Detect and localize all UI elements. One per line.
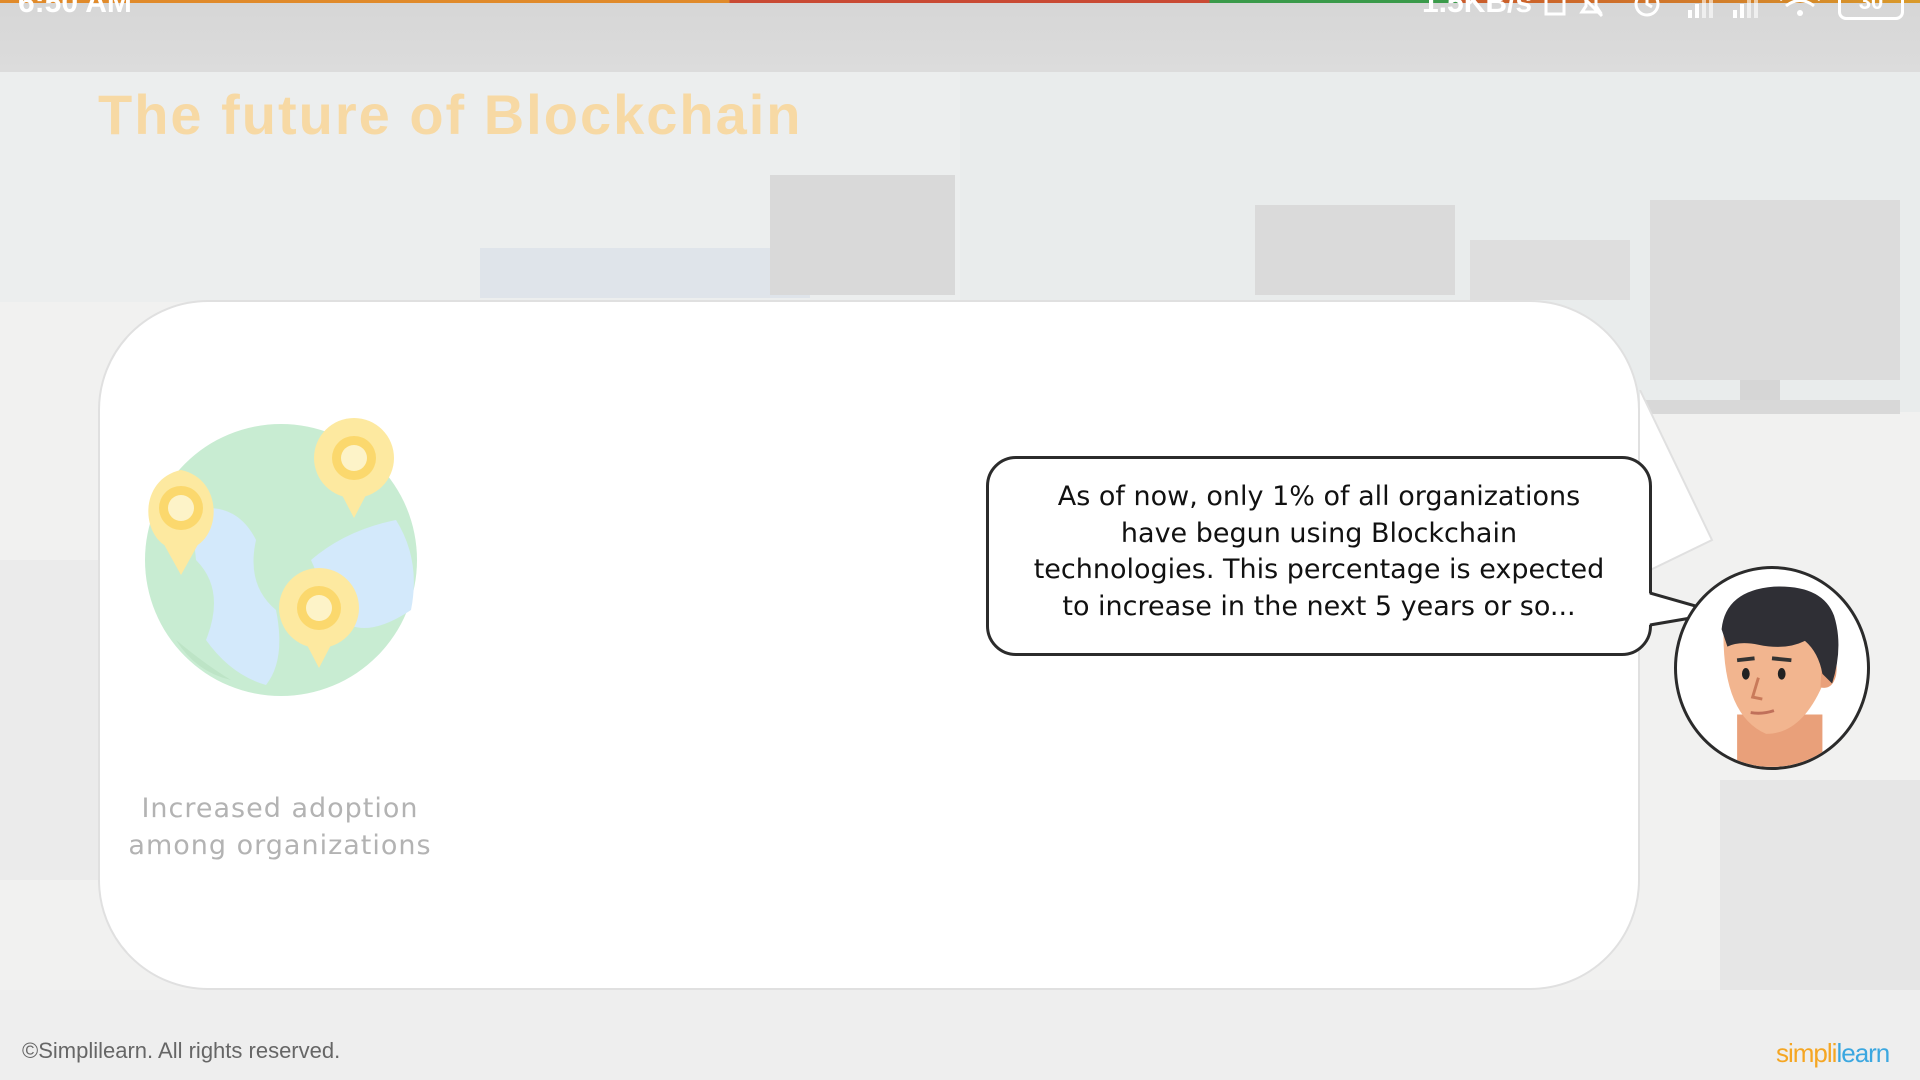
speech-line: to increase in the next 5 years or so... [1062,590,1576,622]
status-bar: 6:50 AM 1.5KB/s 30 [0,0,1920,72]
simplilearn-logo: simplilearn [1776,1038,1890,1069]
wifi-icon [1780,0,1820,16]
globe-illustration [145,418,417,696]
speech-line: have begun using Blockchain [1120,517,1518,549]
globe-caption-line: among organizations [128,830,432,861]
alarm-icon [1634,0,1660,17]
slide-title: The future of Blockchain [98,83,803,146]
network-speed: 1.5KB/s [1422,0,1533,19]
status-time: 6:50 AM [18,0,132,19]
speech-bubble: As of now, only 1% of all organizations … [986,456,1652,656]
screen-cast-icon [1544,0,1566,16]
globe-caption: Increased adoption among organizations [110,790,450,864]
logo-part-simpli: simpli [1776,1038,1837,1068]
speech-line: technologies. This percentage is expecte… [1033,554,1605,585]
mute-icon [1579,0,1604,18]
footer-copyright: ©Simplilearn. All rights reserved. [22,1038,341,1063]
presenter-avatar [1674,566,1870,770]
signal-icon [1688,0,1713,18]
globe-caption-line: Increased adoption [141,793,419,824]
speech-line: As of now, only 1% of all organizations [1057,481,1581,512]
presenter-face-icon [1721,586,1839,767]
signal-icon [1733,0,1758,18]
logo-part-learn: learn [1836,1038,1890,1068]
battery-icon: 30 [1838,0,1904,20]
